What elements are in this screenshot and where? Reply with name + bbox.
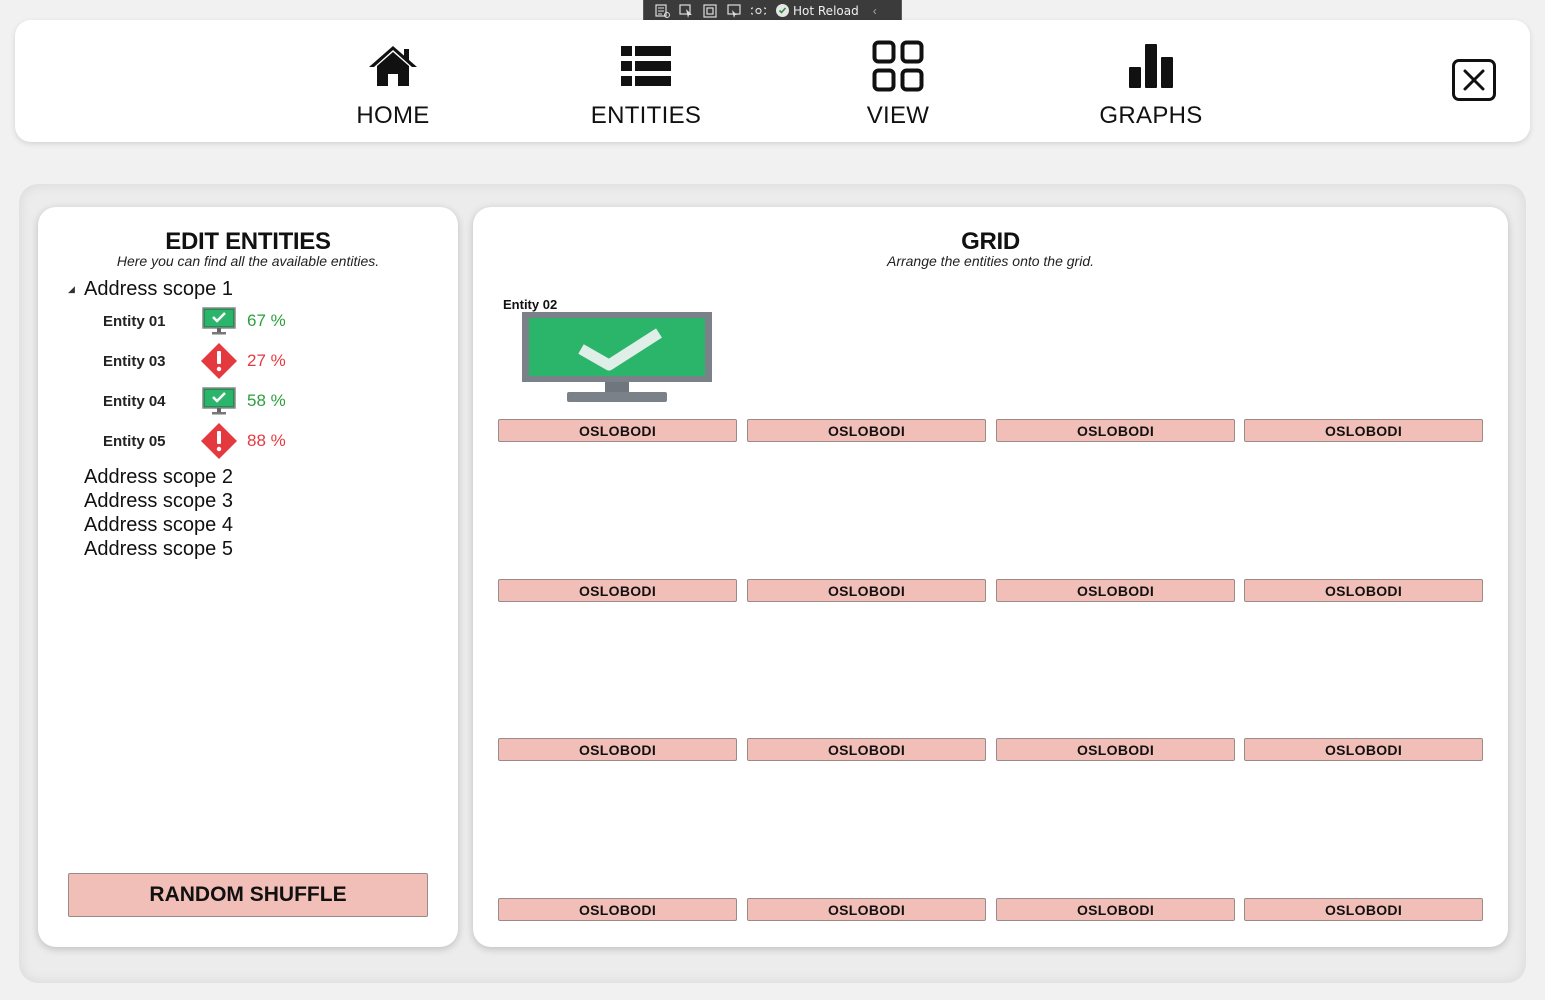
scope-label: Address scope 2 bbox=[84, 465, 233, 488]
list-icon bbox=[620, 40, 672, 92]
entity-name: Entity 01 bbox=[103, 312, 166, 330]
cell-release-button[interactable]: OSLOBODI bbox=[996, 419, 1235, 442]
entity-percent: 88 % bbox=[247, 431, 286, 450]
cell-release-button[interactable]: OSLOBODI bbox=[498, 738, 737, 761]
debug-toolbar: Hot Reload ‹ bbox=[643, 0, 902, 22]
entity-tree: ◢ Address scope 1 Entity 01 67 % Entity … bbox=[68, 277, 428, 561]
nav-home[interactable]: HOME bbox=[313, 40, 473, 130]
cell-release-button[interactable]: OSLOBODI bbox=[498, 579, 737, 602]
tree-scope-2[interactable]: Address scope 2 bbox=[68, 465, 428, 489]
tree-entity-row[interactable]: Entity 01 67 % bbox=[68, 301, 428, 341]
nav-view[interactable]: VIEW bbox=[818, 40, 978, 130]
scope-label: Address scope 4 bbox=[84, 513, 233, 536]
warning-diamond-icon bbox=[199, 342, 239, 380]
nav-view-label: VIEW bbox=[866, 102, 930, 129]
entity-percent: 67 % bbox=[247, 311, 286, 330]
cell-release-button[interactable]: OSLOBODI bbox=[747, 738, 986, 761]
edit-entities-panel: EDIT ENTITIES Here you can find all the … bbox=[38, 207, 458, 947]
monitor-ok-icon bbox=[199, 382, 239, 420]
tree-entity-row[interactable]: Entity 04 58 % bbox=[68, 381, 428, 421]
edit-entities-title: EDIT ENTITIES bbox=[165, 228, 331, 255]
warning-diamond-icon bbox=[199, 422, 239, 460]
scope-label: Address scope 3 bbox=[84, 489, 233, 512]
entity-name: Entity 04 bbox=[103, 392, 166, 410]
entity-percent: 27 % bbox=[247, 351, 286, 370]
grid-panel: GRID Arrange the entities onto the grid.… bbox=[473, 207, 1508, 947]
cell-release-button[interactable]: OSLOBODI bbox=[747, 579, 986, 602]
nav-home-label: HOME bbox=[356, 102, 430, 129]
cell-release-button[interactable]: OSLOBODI bbox=[1244, 419, 1483, 442]
cell-release-button[interactable]: OSLOBODI bbox=[996, 738, 1235, 761]
cell-release-button[interactable]: OSLOBODI bbox=[498, 419, 737, 442]
tree-scope-4[interactable]: Address scope 4 bbox=[68, 513, 428, 537]
tree-scope-5[interactable]: Address scope 5 bbox=[68, 537, 428, 561]
chevron-left-icon[interactable]: ‹ bbox=[873, 4, 877, 18]
scope-label: Address scope 1 bbox=[84, 277, 233, 300]
grid-view-icon bbox=[872, 40, 924, 92]
tree-entity-row[interactable]: Entity 05 88 % bbox=[68, 421, 428, 461]
nav-entities[interactable]: ENTITIES bbox=[566, 40, 726, 130]
home-icon bbox=[367, 40, 419, 92]
hot-reload-button[interactable]: Hot Reload bbox=[776, 4, 859, 18]
track-focus-icon[interactable] bbox=[726, 3, 742, 18]
expand-triangle-icon[interactable]: ◢ bbox=[68, 284, 84, 295]
edit-entities-subtitle: Here you can find all the available enti… bbox=[116, 253, 380, 269]
select-element-icon[interactable] bbox=[678, 3, 694, 18]
cell-release-button[interactable]: OSLOBODI bbox=[1244, 898, 1483, 921]
tree-entity-row[interactable]: Entity 03 27 % bbox=[68, 341, 428, 381]
grid-title: GRID bbox=[961, 228, 1020, 255]
top-navigation: HOME ENTITIES VIEW GRAPHS bbox=[15, 20, 1530, 142]
nav-entities-label: ENTITIES bbox=[590, 102, 702, 129]
nav-graphs[interactable]: GRAPHS bbox=[1071, 40, 1231, 130]
random-shuffle-button[interactable]: RANDOM SHUFFLE bbox=[68, 873, 428, 917]
scope-label: Address scope 5 bbox=[84, 537, 233, 560]
cell-release-button[interactable]: OSLOBODI bbox=[498, 898, 737, 921]
bar-chart-icon bbox=[1128, 40, 1174, 92]
entity-name: Entity 05 bbox=[103, 432, 166, 450]
close-button[interactable] bbox=[1452, 59, 1496, 101]
cell-release-button[interactable]: OSLOBODI bbox=[747, 419, 986, 442]
cell-release-button[interactable]: OSLOBODI bbox=[1244, 579, 1483, 602]
tree-scope-1[interactable]: ◢ Address scope 1 bbox=[68, 277, 428, 301]
tree-scope-3[interactable]: Address scope 3 bbox=[68, 489, 428, 513]
hot-reload-label: Hot Reload bbox=[793, 3, 859, 18]
close-icon bbox=[1463, 69, 1485, 91]
grid-subtitle: Arrange the entities onto the grid. bbox=[886, 253, 1095, 269]
entity-name: Entity 03 bbox=[103, 352, 166, 370]
cell-release-button[interactable]: OSLOBODI bbox=[996, 579, 1235, 602]
display-layout-icon[interactable] bbox=[702, 3, 718, 18]
live-visual-tree-icon[interactable] bbox=[654, 3, 670, 18]
binding-failures-icon[interactable] bbox=[750, 4, 766, 18]
monitor-ok-icon bbox=[199, 302, 239, 340]
check-circle-icon bbox=[776, 4, 789, 17]
entity-percent: 58 % bbox=[247, 391, 286, 410]
cell-release-button[interactable]: OSLOBODI bbox=[996, 898, 1235, 921]
monitor-ok-icon[interactable] bbox=[521, 309, 713, 410]
cell-release-button[interactable]: OSLOBODI bbox=[747, 898, 986, 921]
cell-release-button[interactable]: OSLOBODI bbox=[1244, 738, 1483, 761]
nav-graphs-label: GRAPHS bbox=[1099, 102, 1203, 129]
